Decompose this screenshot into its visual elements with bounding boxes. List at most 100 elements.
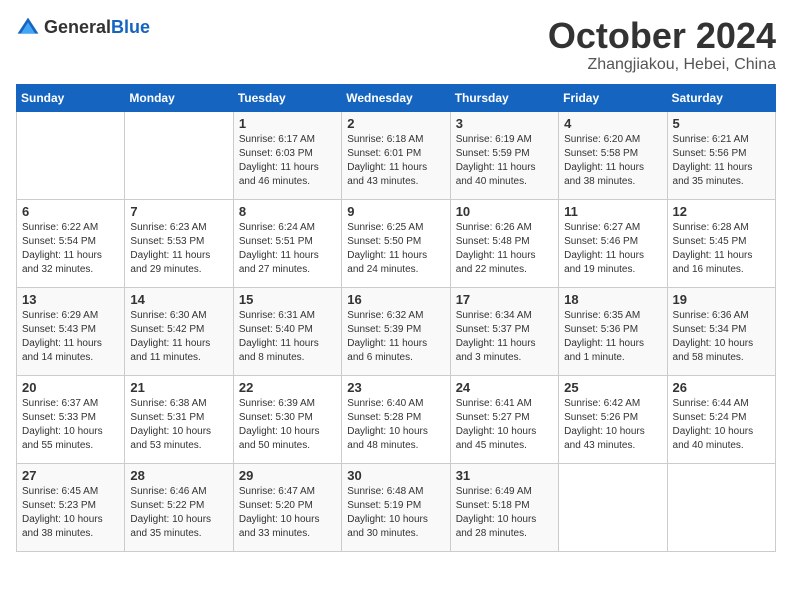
day-number: 2 [347,116,444,131]
day-number: 4 [564,116,661,131]
calendar-cell: 10 Sunrise: 6:26 AMSunset: 5:48 PMDayligh… [450,199,558,287]
day-info: Sunrise: 6:19 AMSunset: 5:59 PMDaylight:… [456,133,553,189]
day-number: 30 [347,468,444,483]
calendar-cell: 18 Sunrise: 6:35 AMSunset: 5:36 PMDayligh… [559,287,667,375]
day-info: Sunrise: 6:35 AMSunset: 5:36 PMDaylight:… [564,309,661,365]
calendar-cell: 9Sunrise: 6:25 AMSunset: 5:50 PMDaylight… [342,199,450,287]
day-info: Sunrise: 6:38 AMSunset: 5:31 PMDaylight:… [130,397,227,453]
week-row-4: 20 Sunrise: 6:37 AMSunset: 5:33 PMDayligh… [17,375,776,463]
day-number: 26 [673,380,770,395]
day-number: 7 [130,204,227,219]
calendar-cell: 15 Sunrise: 6:31 AMSunset: 5:40 PMDayligh… [233,287,341,375]
day-number: 23 [347,380,444,395]
day-number: 12 [673,204,770,219]
day-number: 31 [456,468,553,483]
day-info: Sunrise: 6:46 AMSunset: 5:22 PMDaylight:… [130,485,227,541]
calendar-cell: 16Sunrise: 6:32 AMSunset: 5:39 PMDayligh… [342,287,450,375]
calendar-cell: 23 Sunrise: 6:40 AMSunset: 5:28 PMDayligh… [342,375,450,463]
calendar-cell: 3 Sunrise: 6:19 AMSunset: 5:59 PMDaylight… [450,111,558,199]
calendar-cell [17,111,125,199]
weekday-header-monday: Monday [125,84,233,111]
day-number: 5 [673,116,770,131]
day-info: Sunrise: 6:36 AMSunset: 5:34 PMDaylight:… [673,309,770,365]
day-number: 27 [22,468,119,483]
day-info: Sunrise: 6:34 AMSunset: 5:37 PMDaylight:… [456,309,553,365]
calendar-cell: 21 Sunrise: 6:38 AMSunset: 5:31 PMDayligh… [125,375,233,463]
calendar-cell: 28 Sunrise: 6:46 AMSunset: 5:22 PMDayligh… [125,463,233,551]
day-info: Sunrise: 6:48 AMSunset: 5:19 PMDaylight:… [347,485,444,541]
calendar-cell: 8Sunrise: 6:24 AMSunset: 5:51 PMDaylight… [233,199,341,287]
calendar-cell: 22 Sunrise: 6:39 AMSunset: 5:30 PMDayligh… [233,375,341,463]
calendar-cell: 25 Sunrise: 6:42 AMSunset: 5:26 PMDayligh… [559,375,667,463]
day-info: Sunrise: 6:40 AMSunset: 5:28 PMDaylight:… [347,397,444,453]
day-number: 3 [456,116,553,131]
week-row-5: 27 Sunrise: 6:45 AMSunset: 5:23 PMDayligh… [17,463,776,551]
day-info: Sunrise: 6:20 AMSunset: 5:58 PMDaylight:… [564,133,661,189]
title-block: October 2024 Zhangjiakou, Hebei, China [548,16,776,74]
logo: GeneralBlue [16,16,150,40]
calendar-cell: 12Sunrise: 6:28 AMSunset: 5:45 PMDayligh… [667,199,775,287]
day-number: 1 [239,116,336,131]
calendar-cell: 26 Sunrise: 6:44 AMSunset: 5:24 PMDayligh… [667,375,775,463]
day-info: Sunrise: 6:29 AMSunset: 5:43 PMDaylight:… [22,309,119,365]
logo-general-text: GeneralBlue [44,18,150,38]
day-number: 21 [130,380,227,395]
day-info: Sunrise: 6:22 AMSunset: 5:54 PMDaylight:… [22,221,119,277]
day-number: 10 [456,204,553,219]
day-info: Sunrise: 6:18 AMSunset: 6:01 PMDaylight:… [347,133,444,189]
calendar-table: SundayMondayTuesdayWednesdayThursdayFrid… [16,84,776,552]
day-number: 20 [22,380,119,395]
day-number: 24 [456,380,553,395]
calendar-cell: 31Sunrise: 6:49 AMSunset: 5:18 PMDayligh… [450,463,558,551]
calendar-cell: 20 Sunrise: 6:37 AMSunset: 5:33 PMDayligh… [17,375,125,463]
day-info: Sunrise: 6:23 AMSunset: 5:53 PMDaylight:… [130,221,227,277]
day-info: Sunrise: 6:44 AMSunset: 5:24 PMDaylight:… [673,397,770,453]
day-number: 25 [564,380,661,395]
calendar-cell: 27 Sunrise: 6:45 AMSunset: 5:23 PMDayligh… [17,463,125,551]
day-info: Sunrise: 6:31 AMSunset: 5:40 PMDaylight:… [239,309,336,365]
day-number: 16 [347,292,444,307]
day-info: Sunrise: 6:42 AMSunset: 5:26 PMDaylight:… [564,397,661,453]
weekday-header-sunday: Sunday [17,84,125,111]
calendar-cell: 14Sunrise: 6:30 AMSunset: 5:42 PMDayligh… [125,287,233,375]
month-title: October 2024 [548,16,776,56]
location-title: Zhangjiakou, Hebei, China [548,56,776,74]
calendar-cell: 24Sunrise: 6:41 AMSunset: 5:27 PMDayligh… [450,375,558,463]
week-row-1: 1 Sunrise: 6:17 AMSunset: 6:03 PMDaylight… [17,111,776,199]
day-info: Sunrise: 6:27 AMSunset: 5:46 PMDaylight:… [564,221,661,277]
day-info: Sunrise: 6:21 AMSunset: 5:56 PMDaylight:… [673,133,770,189]
calendar-cell: 7 Sunrise: 6:23 AMSunset: 5:53 PMDaylight… [125,199,233,287]
day-number: 14 [130,292,227,307]
calendar-cell: 11 Sunrise: 6:27 AMSunset: 5:46 PMDayligh… [559,199,667,287]
day-info: Sunrise: 6:26 AMSunset: 5:48 PMDaylight:… [456,221,553,277]
calendar-cell: 1 Sunrise: 6:17 AMSunset: 6:03 PMDaylight… [233,111,341,199]
calendar-cell: 19 Sunrise: 6:36 AMSunset: 5:34 PMDayligh… [667,287,775,375]
day-info: Sunrise: 6:37 AMSunset: 5:33 PMDaylight:… [22,397,119,453]
logo-icon [16,16,40,40]
day-number: 22 [239,380,336,395]
day-number: 19 [673,292,770,307]
weekday-header-thursday: Thursday [450,84,558,111]
day-number: 29 [239,468,336,483]
day-info: Sunrise: 6:47 AMSunset: 5:20 PMDaylight:… [239,485,336,541]
day-number: 15 [239,292,336,307]
day-number: 11 [564,204,661,219]
calendar-cell: 29 Sunrise: 6:47 AMSunset: 5:20 PMDayligh… [233,463,341,551]
weekday-header-friday: Friday [559,84,667,111]
calendar-cell [125,111,233,199]
weekday-header-tuesday: Tuesday [233,84,341,111]
day-info: Sunrise: 6:45 AMSunset: 5:23 PMDaylight:… [22,485,119,541]
calendar-cell: 30 Sunrise: 6:48 AMSunset: 5:19 PMDayligh… [342,463,450,551]
day-info: Sunrise: 6:17 AMSunset: 6:03 PMDaylight:… [239,133,336,189]
weekday-header-wednesday: Wednesday [342,84,450,111]
calendar-cell: 2 Sunrise: 6:18 AMSunset: 6:01 PMDaylight… [342,111,450,199]
day-number: 18 [564,292,661,307]
day-number: 13 [22,292,119,307]
day-info: Sunrise: 6:39 AMSunset: 5:30 PMDaylight:… [239,397,336,453]
day-number: 28 [130,468,227,483]
calendar-header: SundayMondayTuesdayWednesdayThursdayFrid… [17,84,776,111]
calendar-cell: 5 Sunrise: 6:21 AMSunset: 5:56 PMDaylight… [667,111,775,199]
day-number: 6 [22,204,119,219]
calendar-cell [667,463,775,551]
weekday-header-saturday: Saturday [667,84,775,111]
